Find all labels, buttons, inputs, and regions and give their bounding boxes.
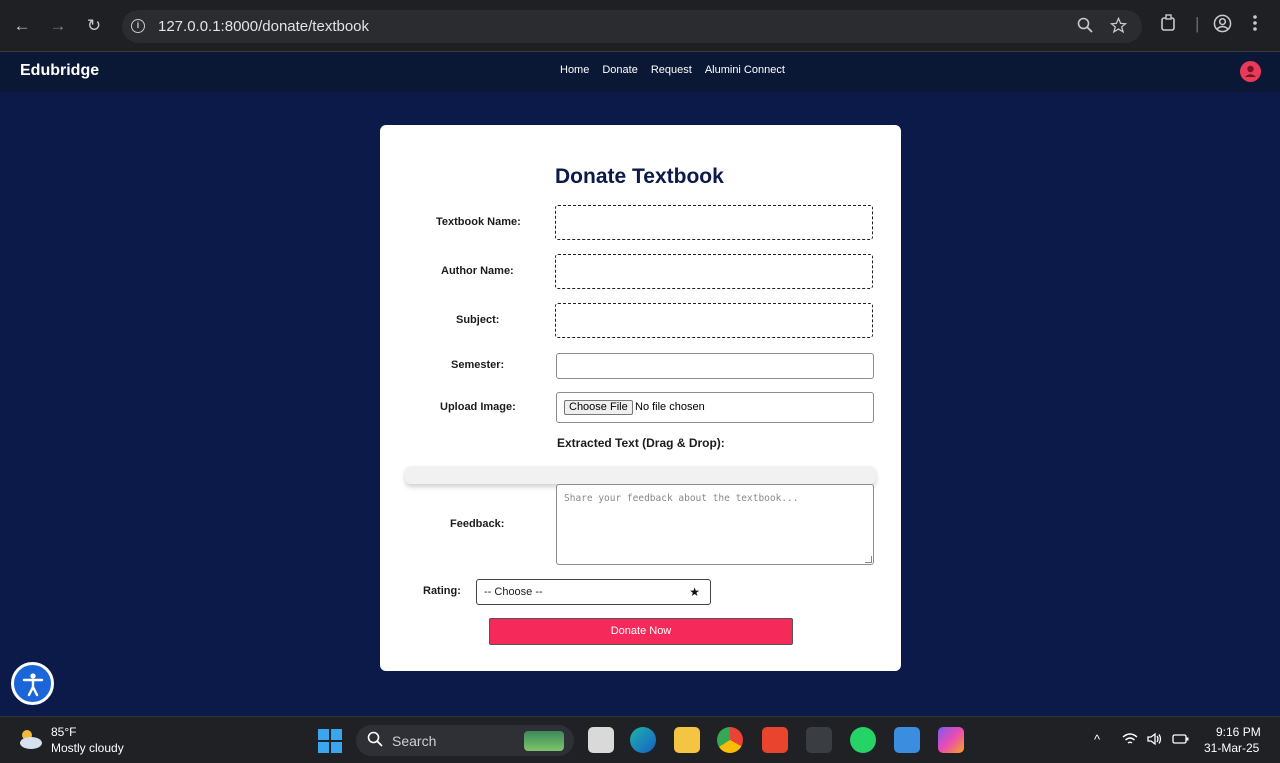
semester-input[interactable]	[556, 353, 874, 379]
taskbar: 85°F Mostly cloudy Search ^ 9:16 PM 31-M…	[0, 716, 1280, 763]
toolbar-divider: |	[1195, 14, 1200, 33]
reload-icon[interactable]: ↻	[82, 14, 106, 38]
accessibility-icon[interactable]	[11, 662, 54, 705]
user-avatar[interactable]	[1240, 61, 1261, 82]
extracted-text-dropzone[interactable]	[405, 466, 876, 484]
back-icon[interactable]: ←	[10, 14, 34, 38]
whatsapp-icon[interactable]	[850, 727, 876, 753]
weather-description[interactable]: Mostly cloudy	[51, 741, 124, 755]
search-label: Search	[392, 733, 437, 749]
rating-selected-value: -- Choose --	[484, 586, 543, 598]
browser-toolbar: ← → ↻ i 127.0.0.1:8000/donate/textbook |	[0, 0, 1280, 52]
weather-cloud-icon[interactable]	[17, 728, 43, 750]
star-icon: ★	[689, 585, 700, 599]
file-status-text: No file chosen	[635, 401, 705, 413]
brand-logo[interactable]: Edubridge	[20, 62, 99, 80]
forward-icon[interactable]: →	[46, 14, 70, 38]
author-name-input[interactable]	[555, 254, 873, 289]
feedback-label: Feedback:	[450, 518, 505, 530]
nav-link-alumini-connect[interactable]: Alumini Connect	[705, 64, 785, 76]
terminal-icon[interactable]	[806, 727, 832, 753]
bookmark-star-icon[interactable]	[1109, 16, 1128, 39]
site-info-icon[interactable]: i	[131, 19, 145, 33]
battery-icon[interactable]	[1172, 732, 1190, 749]
subject-label: Subject:	[456, 314, 500, 326]
upload-image-field: Choose File No file chosen	[556, 392, 874, 423]
wifi-icon[interactable]	[1122, 732, 1138, 749]
textbook-name-input[interactable]	[555, 205, 873, 240]
notepad-icon[interactable]	[894, 727, 920, 753]
donate-form-card: Donate Textbook Textbook Name: Author Na…	[380, 125, 901, 671]
textbook-name-label: Textbook Name:	[436, 216, 521, 228]
zoom-icon[interactable]	[1077, 17, 1093, 38]
windows-start-icon[interactable]	[318, 729, 342, 753]
feedback-textarea[interactable]: Share your feedback about the textbook..…	[556, 484, 874, 565]
choose-file-button[interactable]: Choose File	[564, 400, 633, 415]
feedback-placeholder: Share your feedback about the textbook..…	[564, 493, 799, 504]
nav-link-donate[interactable]: Donate	[602, 64, 637, 76]
upload-image-label: Upload Image:	[440, 401, 516, 413]
file-explorer-icon[interactable]	[674, 727, 700, 753]
page-title: Donate Textbook	[555, 165, 724, 188]
rating-label: Rating:	[423, 585, 461, 597]
address-bar[interactable]: i 127.0.0.1:8000/donate/textbook	[122, 10, 1142, 43]
url-text: 127.0.0.1:8000/donate/textbook	[158, 18, 370, 35]
taskbar-search[interactable]: Search	[356, 725, 574, 756]
donate-now-button[interactable]: Donate Now	[489, 618, 793, 645]
author-name-label: Author Name:	[441, 265, 514, 277]
site-navbar: Edubridge Home Donate Request Alumini Co…	[0, 52, 1280, 92]
chrome-icon[interactable]	[717, 727, 743, 753]
extensions-icon[interactable]	[1160, 14, 1178, 37]
profile-icon[interactable]	[1213, 14, 1232, 38]
semester-label: Semester:	[451, 359, 505, 371]
volume-icon[interactable]	[1146, 732, 1164, 749]
clock-date[interactable]: 31-Mar-25	[1204, 741, 1259, 755]
clock-time[interactable]: 9:16 PM	[1216, 725, 1261, 739]
menu-icon[interactable]	[1252, 14, 1258, 37]
tray-chevron-icon[interactable]: ^	[1094, 732, 1100, 747]
nav-link-home[interactable]: Home	[560, 64, 589, 76]
resize-handle-icon[interactable]	[865, 556, 872, 563]
office-icon[interactable]	[938, 727, 964, 753]
search-highlight-image	[524, 731, 564, 751]
weather-temperature[interactable]: 85°F	[51, 725, 76, 739]
rating-select[interactable]: -- Choose -- ★	[476, 579, 711, 605]
nav-link-request[interactable]: Request	[651, 64, 692, 76]
search-icon	[367, 731, 383, 751]
subject-input[interactable]	[555, 303, 873, 338]
edge-browser-icon[interactable]	[630, 727, 656, 753]
nav-links: Home Donate Request Alumini Connect	[560, 64, 785, 76]
task-view-icon[interactable]	[588, 727, 614, 753]
extracted-text-label: Extracted Text (Drag & Drop):	[557, 436, 725, 450]
app-icon-red[interactable]	[762, 727, 788, 753]
